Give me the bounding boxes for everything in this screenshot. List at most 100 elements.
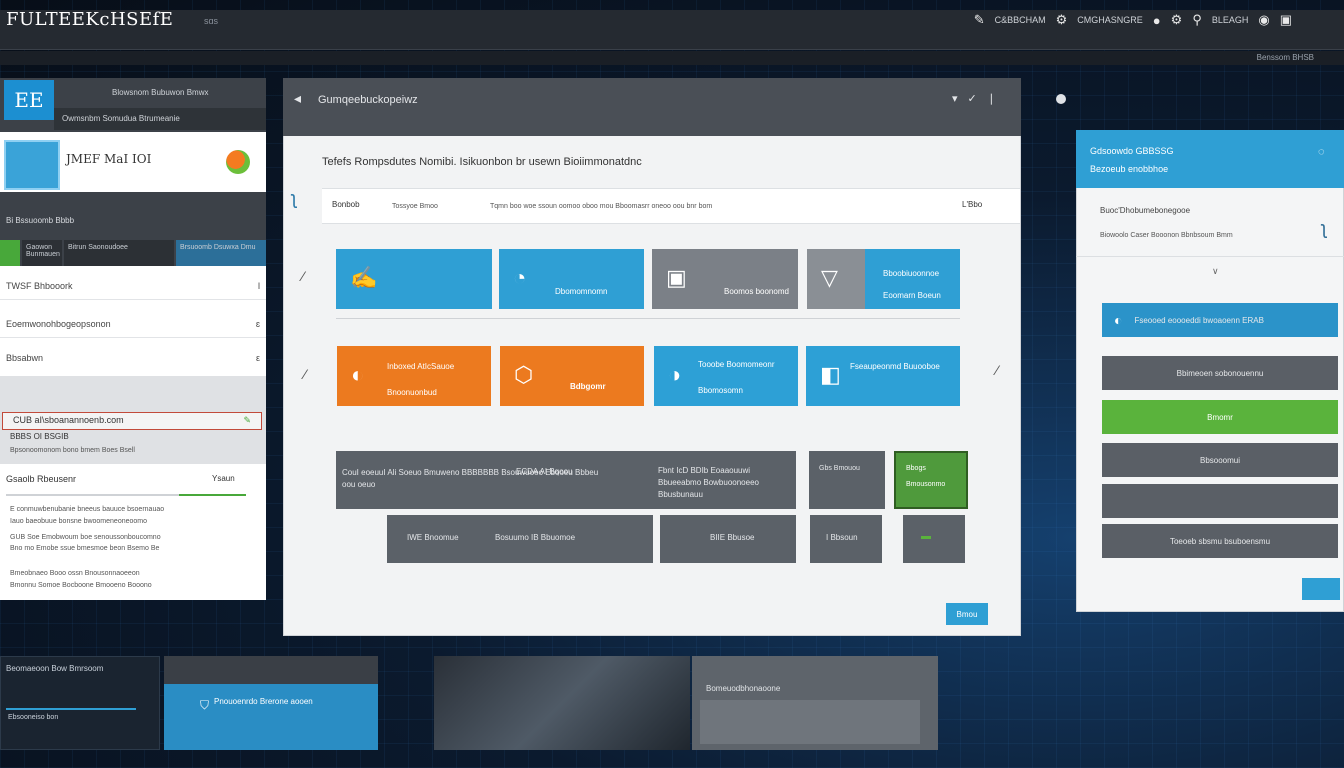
book-icon: ◧ [820, 362, 841, 387]
chevron-down-icon[interactable]: ∨ [1212, 266, 1219, 277]
tile[interactable]: ◑ Tooobe Boomomeonr Bbomosomn [654, 346, 798, 406]
pen-icon[interactable]: ✎ [974, 12, 985, 28]
tile[interactable]: ◔ Dbomomnomn [499, 249, 644, 309]
list-item[interactable]: Eoemwonohbogeopsonon ɛ [0, 310, 266, 338]
more-icon[interactable]: ❘ [987, 92, 996, 105]
search-input[interactable]: Tossyoe Bmoo [392, 203, 438, 210]
data-bar[interactable]: Gbs Bmouou [809, 451, 885, 509]
section-title-right[interactable]: Ysaun [212, 474, 235, 483]
right-panel-header [1076, 130, 1344, 188]
edit-icon[interactable]: ⁄ [996, 362, 998, 378]
data-bar-mid: ECDA AI Bqoou [516, 467, 573, 476]
dialog-header [283, 78, 1021, 136]
card-image [4, 140, 60, 190]
text-line: Bno mo Emobe ssue bmesmoe beon Bsemo Be [10, 545, 160, 552]
location-icon[interactable]: ⚲ [1192, 12, 1202, 28]
left-panel-label: Bi Bssuoomb Bbbb [6, 216, 75, 225]
pen-box-icon: ✍ [350, 265, 378, 290]
list-item-mark: l [258, 280, 260, 291]
bottom-panel-title: Bomeuodbhonaoone [706, 684, 781, 693]
top-bar-item[interactable]: C&BBCHAM [995, 15, 1046, 25]
right-panel-button[interactable]: Toeoeb sbsmu bsuboensmu [1102, 524, 1338, 558]
tile-label: Boomos boonomd [724, 287, 789, 296]
data-bar-label: I Bbsoun [826, 533, 858, 542]
right-panel-text: Buoc'Dhobumebonegooe [1100, 206, 1191, 215]
search-label: Bonbob [332, 200, 360, 209]
tile[interactable]: ▣ Boomos boonomd [652, 249, 798, 309]
section-title: Gsaolb Rbeusenr [6, 474, 77, 484]
chip[interactable]: Gaowon Bunmauen [22, 240, 62, 266]
data-bar[interactable]: BIIE Bbusoe [660, 515, 796, 563]
tile-label: Fseaupeonmd Buuooboe [850, 362, 940, 371]
right-panel-ok-button[interactable] [1302, 578, 1340, 600]
bottom-panel-title: Beomaeoon Bow Bmrsoom [6, 664, 104, 673]
top-bar-item[interactable]: CMGHASNGRE [1077, 15, 1143, 25]
right-panel-button[interactable]: Bmomr [1102, 400, 1338, 434]
filter-icon[interactable]: ▾ [952, 92, 958, 105]
globe-icon: ◑ [668, 362, 682, 387]
edit-icon[interactable]: ⁄ [304, 366, 306, 382]
bottom-panel-title: Pnouoenrdo Brerone aooen [214, 697, 313, 706]
right-panel-subtitle: Bezoeub enobbhoe [1090, 164, 1169, 174]
right-panel-title: Gdsoowdo GBBSSG [1090, 146, 1174, 156]
chip[interactable]: Bitrun Saonoudoee [64, 240, 174, 266]
close-icon[interactable] [1056, 94, 1066, 104]
right-panel-button[interactable] [1102, 484, 1338, 518]
close-icon[interactable]: ◌ [1318, 146, 1325, 158]
tile[interactable]: ◐ Inboxed AtIcSauoe Bnoonuonbud [337, 346, 491, 406]
record-icon[interactable]: ● [1153, 13, 1161, 28]
cloud-icon: ◐ [1114, 312, 1123, 328]
data-bar-label: IWE Bnoomue [407, 533, 459, 542]
tile[interactable]: ⬡ Bdbgomr [500, 346, 644, 406]
tile-label: Inboxed AtIcSauoe Bnoonuonbud [387, 362, 455, 397]
back-icon[interactable]: ◂ [294, 90, 301, 107]
top-bar-actions: ✎ C&BBCHAM ⚙ CMGHASNGRE ● ⚙ ⚲ BLEAGH ◉ ▣ [974, 12, 1292, 28]
tile-label: Tooobe Boomomeonr Bbomosomn [698, 360, 775, 395]
search-right-label[interactable]: L'Bbo [962, 200, 982, 209]
tile[interactable]: ▽ Bboobiuoonnoe Eoomarn Boeun [807, 249, 960, 309]
left-panel-chips: Gaowon Bunmauen Bitrun Saonoudoee Brsuoo… [0, 240, 266, 266]
bottom-panel-sub: Ebsooneiso bon [8, 714, 59, 721]
text-line: Bmonnu Somoe Bocboone Bmooeno Booono [10, 582, 152, 589]
top-bar-item[interactable]: BLEAGH [1212, 15, 1249, 25]
window-icon[interactable]: ▣ [1280, 12, 1292, 28]
sub-bar-text: Benssom BHSB [1256, 53, 1314, 62]
dialog-heading: Tefefs Rompsdutes Nomibi. Isikuonbon br … [322, 156, 642, 168]
data-bar[interactable]: ▬ [903, 515, 965, 563]
dialog-tools: ▾ ✓ ❘ [952, 92, 996, 105]
list-item-mark: ε [255, 353, 260, 363]
settings-icon[interactable]: ⚙ [1056, 12, 1068, 28]
right-panel-button[interactable]: Bbimeoen sobonouennu [1102, 356, 1338, 390]
selected-row-sub2: Bpsonoomonom bono bmem Boes Bsell [10, 447, 135, 454]
data-bar[interactable]: Bbogs Bmousonmo [894, 451, 968, 509]
list-item[interactable]: Bbsabwn ε [0, 344, 266, 372]
chip[interactable]: Brsuoomb Dsuwxa Dmu [176, 240, 266, 266]
text-line: GUB Soe Emobwoum boe senoussonboucomno [10, 534, 161, 541]
right-panel-text: Biowoolo Caser Booonon Bbnbsoum Bmm [1100, 232, 1233, 239]
tile[interactable]: ✍ [336, 249, 492, 309]
list-item[interactable]: TWSF Bhbooork l [0, 272, 266, 300]
check-icon[interactable]: ✓ [968, 92, 977, 105]
data-bar[interactable]: IWE Bnoomue Bosuumo IB Bbuomoe [387, 515, 653, 563]
edit-icon[interactable]: ⁄ [302, 268, 304, 284]
right-panel-button[interactable]: ◐ Fseooed eoooeddi bwoaoenn ERAB [1102, 303, 1338, 337]
left-panel-nav[interactable]: Owmsnbm Somudua Btrumeanie [54, 108, 266, 130]
hook-icon: ʅ [292, 188, 296, 208]
gear-icon[interactable]: ⚙ [1171, 12, 1183, 28]
data-bar[interactable]: CouI eoeuuI Ali Soeuo Bmuweno BBBBBBB Bs… [336, 451, 796, 509]
filter-icon: ▽ [821, 265, 838, 290]
selected-row[interactable]: CUB aI\sboanannoenb.com ✎ [2, 412, 262, 430]
globe-icon[interactable]: ◉ [1258, 12, 1269, 28]
chip-green[interactable] [0, 240, 20, 266]
data-bar[interactable]: I Bbsoun [810, 515, 882, 563]
selected-row-sub: BBBS OI BSGIB [10, 432, 69, 441]
list-item-label: Bbsabwn [6, 353, 44, 363]
dialog-ok-button[interactable]: Bmou [946, 603, 988, 625]
list-item-label: TWSF Bhbooork [6, 280, 73, 291]
right-panel-button[interactable]: Bbsooomui [1102, 443, 1338, 477]
tile-label: Dbomomnomn [555, 287, 608, 296]
text-line: E conmuwbenubanie bneeus bauuce bsoernau… [10, 506, 165, 513]
tile[interactable]: ◧ Fseaupeonmd Buuooboe [806, 346, 960, 406]
battery-icon: ▬ [921, 531, 931, 542]
bottom-image-panel[interactable] [434, 656, 690, 750]
